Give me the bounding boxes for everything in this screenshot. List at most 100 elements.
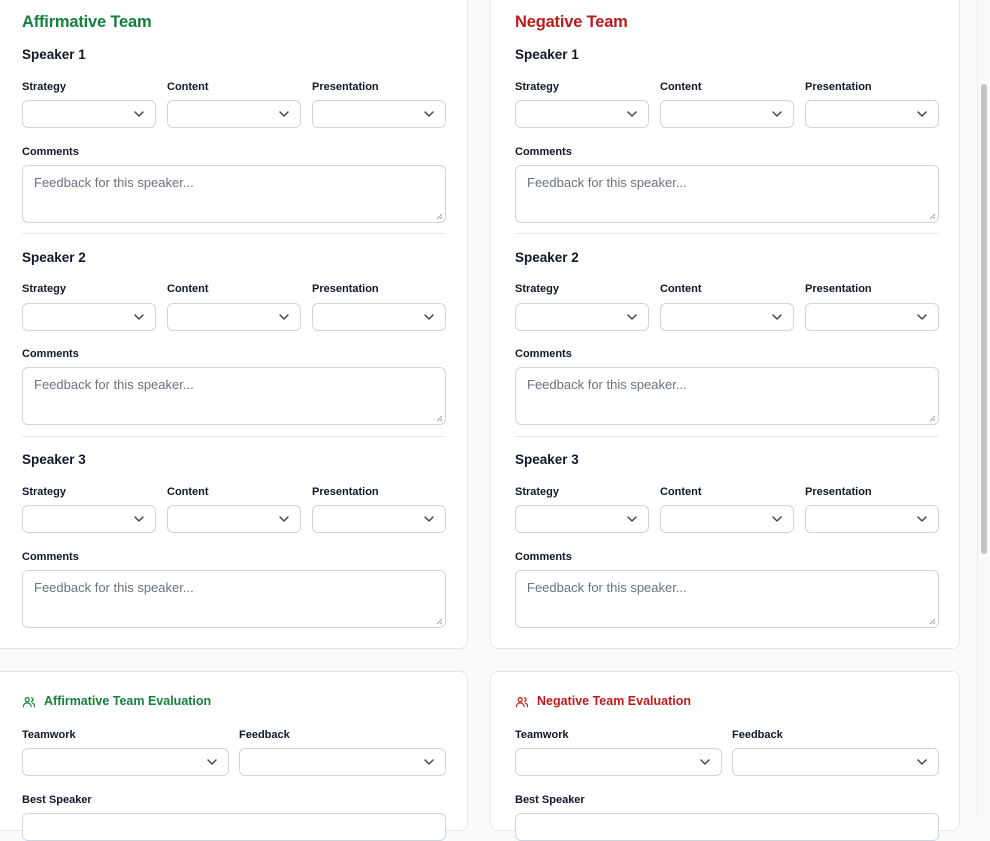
strategy-select[interactable] (515, 505, 649, 533)
presentation-select[interactable] (312, 100, 446, 128)
presentation-select[interactable] (805, 505, 939, 533)
strategy-select[interactable] (515, 100, 649, 128)
affirmative-evaluation-title: Affirmative Team Evaluation (44, 694, 212, 708)
teamwork-label: Teamwork (515, 729, 569, 741)
teamwork-select[interactable] (22, 748, 229, 776)
comments-label: Comments (515, 348, 572, 360)
speaker-3-title: Speaker 3 (22, 452, 86, 467)
strategy-label: Strategy (515, 81, 560, 93)
chevron-down-icon (134, 516, 144, 522)
chevron-down-icon (772, 314, 782, 320)
best-speaker-label: Best Speaker (22, 794, 92, 806)
content-select[interactable] (660, 100, 794, 128)
content-select[interactable] (167, 505, 301, 533)
comments-textarea[interactable]: Feedback for this speaker... (22, 570, 446, 628)
teamwork-select[interactable] (515, 748, 722, 776)
resize-grip-icon[interactable] (928, 414, 936, 422)
comments-label: Comments (515, 551, 572, 563)
comments-placeholder: Feedback for this speaker... (34, 377, 194, 392)
strategy-select[interactable] (515, 303, 649, 331)
speaker-1-title: Speaker 1 (22, 47, 86, 62)
comments-textarea[interactable]: Feedback for this speaker... (515, 367, 939, 425)
strategy-select[interactable] (22, 100, 156, 128)
comments-placeholder: Feedback for this speaker... (527, 377, 687, 392)
comments-label: Comments (22, 146, 79, 158)
content-select[interactable] (167, 100, 301, 128)
comments-placeholder: Feedback for this speaker... (527, 580, 687, 595)
strategy-select[interactable] (22, 303, 156, 331)
divider (515, 233, 939, 234)
comments-textarea[interactable]: Feedback for this speaker... (22, 165, 446, 223)
negative-team-card: Negative Team Speaker 1 Strategy Content… (490, 0, 960, 649)
feedback-select[interactable] (239, 748, 446, 776)
speaker-1-title: Speaker 1 (515, 47, 579, 62)
comments-placeholder: Feedback for this speaker... (527, 175, 687, 190)
chevron-down-icon (772, 516, 782, 522)
resize-grip-icon[interactable] (435, 414, 443, 422)
feedback-label: Feedback (732, 729, 783, 741)
presentation-select[interactable] (805, 303, 939, 331)
chevron-down-icon (207, 759, 217, 765)
comments-label: Comments (22, 551, 79, 563)
chevron-down-icon (917, 759, 927, 765)
resize-grip-icon[interactable] (928, 617, 936, 625)
strategy-label: Strategy (515, 486, 560, 498)
affirmative-evaluation-card: Affirmative Team Evaluation Teamwork Fee… (0, 671, 468, 841)
chevron-down-icon (772, 111, 782, 117)
comments-label: Comments (22, 348, 79, 360)
chevron-down-icon (917, 516, 927, 522)
chevron-down-icon (279, 516, 289, 522)
content-select[interactable] (660, 303, 794, 331)
comments-textarea[interactable]: Feedback for this speaker... (22, 367, 446, 425)
comments-textarea[interactable]: Feedback for this speaker... (515, 165, 939, 223)
feedback-label: Feedback (239, 729, 290, 741)
chevron-down-icon (627, 314, 637, 320)
best-speaker-select[interactable] (515, 813, 939, 841)
speaker-2-title: Speaker 2 (515, 250, 579, 265)
presentation-label: Presentation (805, 283, 872, 295)
content-label: Content (660, 81, 702, 93)
strategy-select[interactable] (22, 505, 156, 533)
vertical-scrollbar[interactable] (977, 0, 990, 817)
presentation-select[interactable] (805, 100, 939, 128)
chevron-down-icon (424, 759, 434, 765)
scrollbar-thumb[interactable] (981, 84, 987, 554)
chevron-down-icon (917, 111, 927, 117)
affirmative-team-title: Affirmative Team (22, 13, 152, 31)
content-label: Content (167, 81, 209, 93)
chevron-down-icon (424, 111, 434, 117)
divider (515, 436, 939, 437)
chevron-down-icon (134, 314, 144, 320)
speaker-2-title: Speaker 2 (22, 250, 86, 265)
resize-grip-icon[interactable] (435, 212, 443, 220)
strategy-label: Strategy (22, 283, 67, 295)
presentation-select[interactable] (312, 505, 446, 533)
divider (22, 436, 446, 437)
negative-evaluation-title: Negative Team Evaluation (537, 694, 691, 708)
presentation-select[interactable] (312, 303, 446, 331)
presentation-label: Presentation (312, 486, 379, 498)
teamwork-label: Teamwork (22, 729, 76, 741)
negative-evaluation-card: Negative Team Evaluation Teamwork Feedba… (490, 671, 960, 841)
best-speaker-label: Best Speaker (515, 794, 585, 806)
presentation-label: Presentation (805, 81, 872, 93)
resize-grip-icon[interactable] (928, 212, 936, 220)
chevron-down-icon (279, 314, 289, 320)
strategy-label: Strategy (22, 81, 67, 93)
chevron-down-icon (424, 314, 434, 320)
chevron-down-icon (424, 516, 434, 522)
content-select[interactable] (167, 303, 301, 331)
feedback-select[interactable] (732, 748, 939, 776)
best-speaker-select[interactable] (22, 813, 446, 841)
speaker-3-title: Speaker 3 (515, 452, 579, 467)
chevron-down-icon (279, 111, 289, 117)
resize-grip-icon[interactable] (435, 617, 443, 625)
presentation-label: Presentation (312, 283, 379, 295)
comments-label: Comments (515, 146, 572, 158)
content-select[interactable] (660, 505, 794, 533)
strategy-label: Strategy (515, 283, 560, 295)
presentation-label: Presentation (805, 486, 872, 498)
comments-textarea[interactable]: Feedback for this speaker... (515, 570, 939, 628)
negative-team-title: Negative Team (515, 13, 628, 31)
content-label: Content (167, 486, 209, 498)
